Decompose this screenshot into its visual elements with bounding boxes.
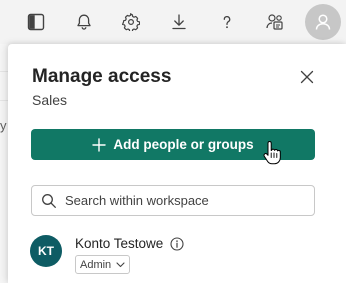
workspace-name: Sales [32,92,68,108]
panel-title: Manage access [32,66,172,87]
background-divider [0,71,8,72]
background-text-fragment: y [0,118,7,133]
help-icon[interactable] [213,8,241,36]
plus-icon [92,137,107,152]
user-name: Konto Testowe [75,236,164,251]
manage-access-panel: Manage access Sales Add people or groups… [8,44,346,283]
add-people-label: Add people or groups [113,137,254,152]
gear-icon[interactable] [117,8,145,36]
info-icon[interactable] [170,237,184,251]
close-button[interactable] [296,66,318,88]
bell-icon[interactable] [70,8,98,36]
search-input[interactable] [63,192,307,209]
user-list-item: KT Konto Testowe Admin [30,232,330,276]
hand-pointer-cursor-icon [263,141,281,165]
top-toolbar [0,0,346,44]
account-avatar-icon[interactable] [305,4,341,40]
background-divider [0,100,8,101]
avatar: KT [30,235,62,267]
share-people-icon[interactable] [261,8,289,36]
download-icon[interactable] [165,8,193,36]
role-label: Admin [80,258,112,271]
close-icon [300,70,314,84]
search-icon [41,193,57,209]
panel-toggle-icon[interactable] [22,8,50,36]
search-field[interactable] [31,185,315,216]
chevron-down-icon [116,261,125,268]
role-dropdown[interactable]: Admin [75,255,131,274]
background-page-edge [0,44,8,283]
